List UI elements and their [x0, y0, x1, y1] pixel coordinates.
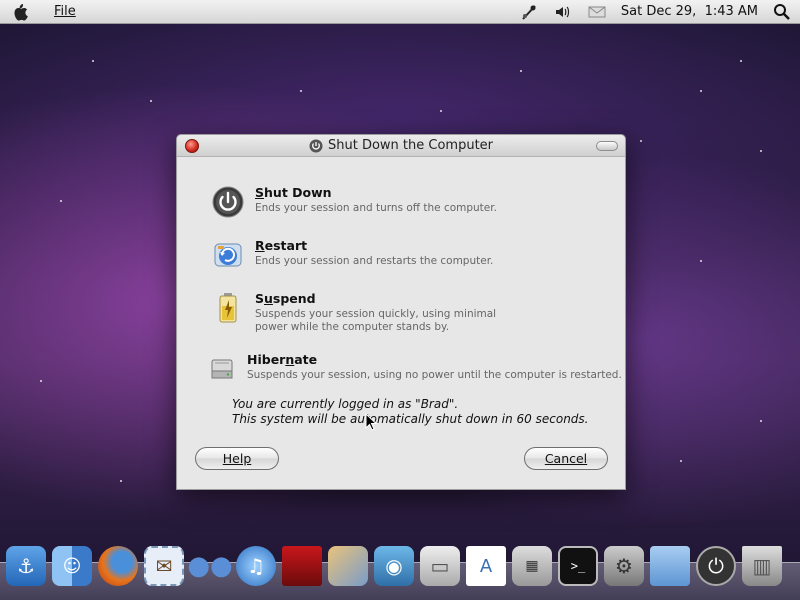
mail-icon[interactable] [587, 3, 607, 21]
apple-logo-icon[interactable] [0, 3, 40, 21]
firefox-icon[interactable] [96, 544, 140, 588]
logout-notice: You are currently logged in as "Brad". T… [232, 397, 588, 427]
mail-stamp-icon[interactable]: ✉ [142, 544, 186, 588]
spotlight-search-icon[interactable] [772, 3, 792, 21]
restart-label: Restart [255, 238, 308, 253]
people-icon[interactable]: ●● [187, 544, 232, 588]
option-suspend[interactable]: Suspend Suspends your session quickly, u… [211, 291, 496, 334]
mouse-cursor-icon [365, 412, 378, 435]
option-hibernate[interactable]: Hibernate Suspends your session, using n… [207, 352, 622, 386]
notice-logged-in: You are currently logged in as "Brad". [232, 397, 459, 411]
menu-file[interactable]: File [54, 4, 76, 19]
hibernate-label: Hibernate [247, 352, 318, 367]
finder-icon[interactable]: ☺ [50, 544, 94, 588]
hard-drive-icon [207, 352, 237, 386]
network-icon[interactable] [519, 3, 539, 21]
shut-down-description: Ends your session and turns off the comp… [255, 202, 497, 214]
zoom-button[interactable] [596, 141, 618, 151]
hibernate-description: Suspends your session, using no power un… [247, 369, 622, 381]
close-button[interactable] [185, 139, 199, 153]
option-shut-down[interactable]: Shut Down Ends your session and turns of… [211, 185, 497, 219]
system-preferences-icon[interactable]: ⚙ [602, 544, 646, 588]
photos-icon[interactable] [326, 544, 370, 588]
shut-down-label: Shut Down [255, 185, 332, 200]
power-icon [211, 185, 245, 219]
dialog-titlebar[interactable]: Shut Down the Computer [177, 135, 625, 157]
notice-countdown: This system will be automatically shut d… [232, 412, 589, 426]
camera-icon[interactable]: ◉ [372, 544, 416, 588]
restart-description: Ends your session and restarts the compu… [255, 255, 494, 267]
clock[interactable]: Sat Dec 29, 1:43 AM [621, 4, 758, 19]
help-button[interactable]: Help [195, 447, 279, 470]
text-edit-icon[interactable]: A [464, 544, 508, 588]
photo-booth-icon[interactable] [280, 544, 324, 588]
power-icon[interactable]: ⏻ [694, 544, 738, 588]
anchor-icon[interactable]: ⚓ [4, 544, 48, 588]
cancel-button[interactable]: Cancel [524, 447, 608, 470]
volume-icon[interactable] [553, 3, 573, 21]
power-icon [309, 139, 323, 153]
trash-icon[interactable]: ▥ [740, 544, 784, 588]
shutdown-dialog: Shut Down the Computer Shut Down Ends yo… [176, 134, 626, 490]
battery-icon [211, 291, 245, 325]
suspend-description: Suspends your session quickly, using min… [255, 308, 497, 333]
suspend-label: Suspend [255, 291, 316, 306]
restart-icon [211, 238, 245, 272]
menu-bar: File Sat Dec 29, 1:43 AM [0, 0, 800, 24]
itunes-icon[interactable]: ♫ [234, 544, 278, 588]
folder-icon[interactable] [648, 544, 692, 588]
dialog-title: Shut Down the Computer [327, 138, 494, 153]
calculator-icon[interactable]: ▦ [510, 544, 554, 588]
terminal-icon[interactable]: >_ [556, 544, 600, 588]
scanner-icon[interactable]: ▭ [418, 544, 462, 588]
dock: ⚓ ☺ ✉ ●● ♫ ◉ ▭ A ▦ >_ ⚙ ⏻ ▥ [4, 542, 796, 588]
option-restart[interactable]: Restart Ends your session and restarts t… [211, 238, 493, 272]
